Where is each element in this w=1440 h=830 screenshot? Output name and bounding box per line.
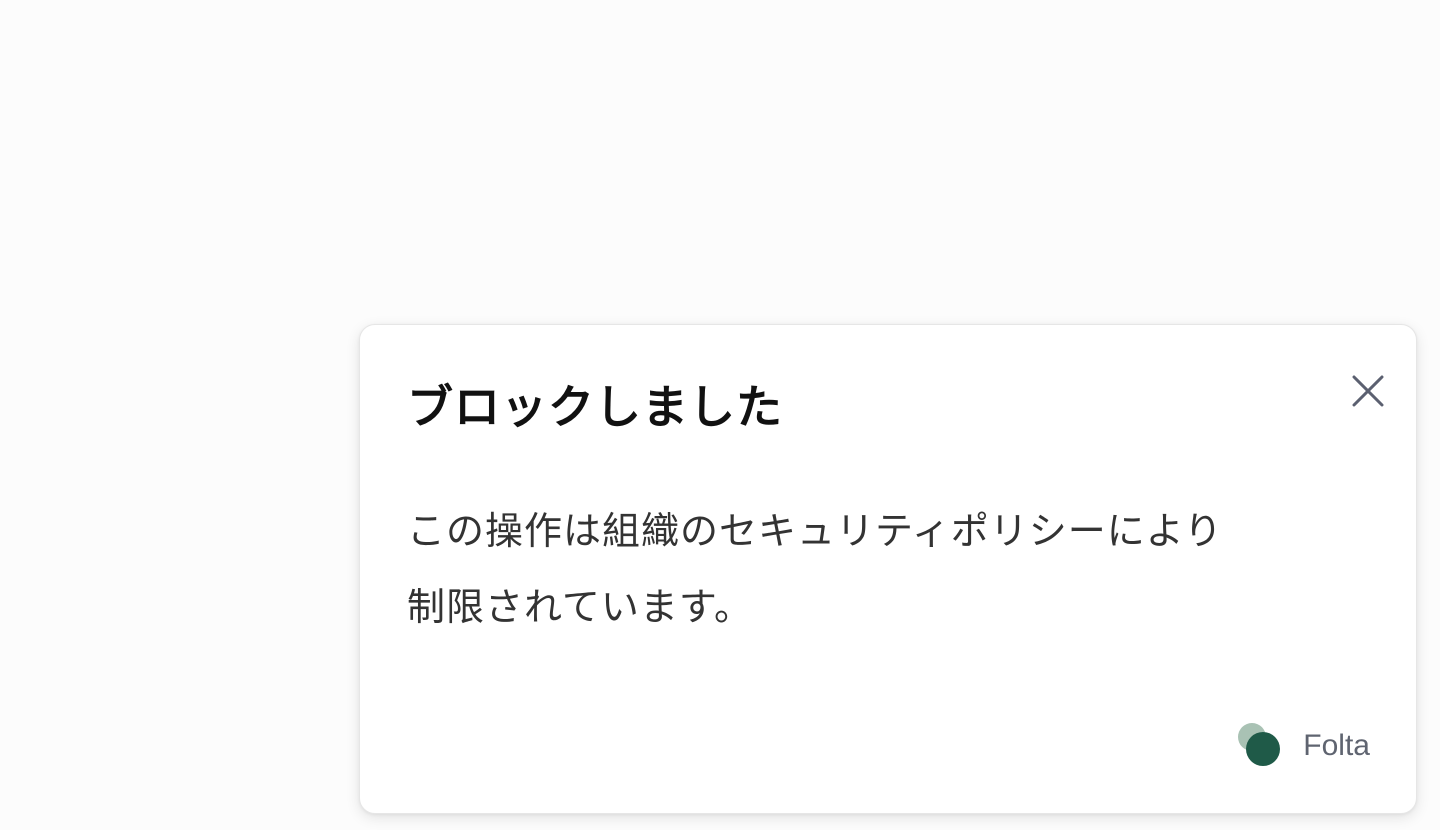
toast-message-line-2: 制限されています。 — [407, 585, 754, 629]
toast-message-line-1: この操作は組織のセキュリティポリシーにより — [407, 509, 1223, 553]
block-notification-toast: ブロックしました この操作は組織のセキュリティポリシーにより 制限されています。… — [359, 324, 1417, 814]
brand-name: Folta — [1303, 729, 1370, 762]
close-icon — [1351, 374, 1385, 408]
logo-front-dot — [1246, 732, 1281, 766]
page-background: ブロックしました この操作は組織のセキュリティポリシーにより 制限されています。… — [0, 0, 1440, 830]
folta-logo-icon — [1237, 723, 1283, 769]
brand-attribution: Folta — [1237, 723, 1370, 769]
close-button[interactable] — [1348, 371, 1388, 411]
toast-title: ブロックしました — [407, 380, 783, 434]
toast-message: この操作は組織のセキュリティポリシーにより 制限されています。 — [407, 493, 1347, 645]
